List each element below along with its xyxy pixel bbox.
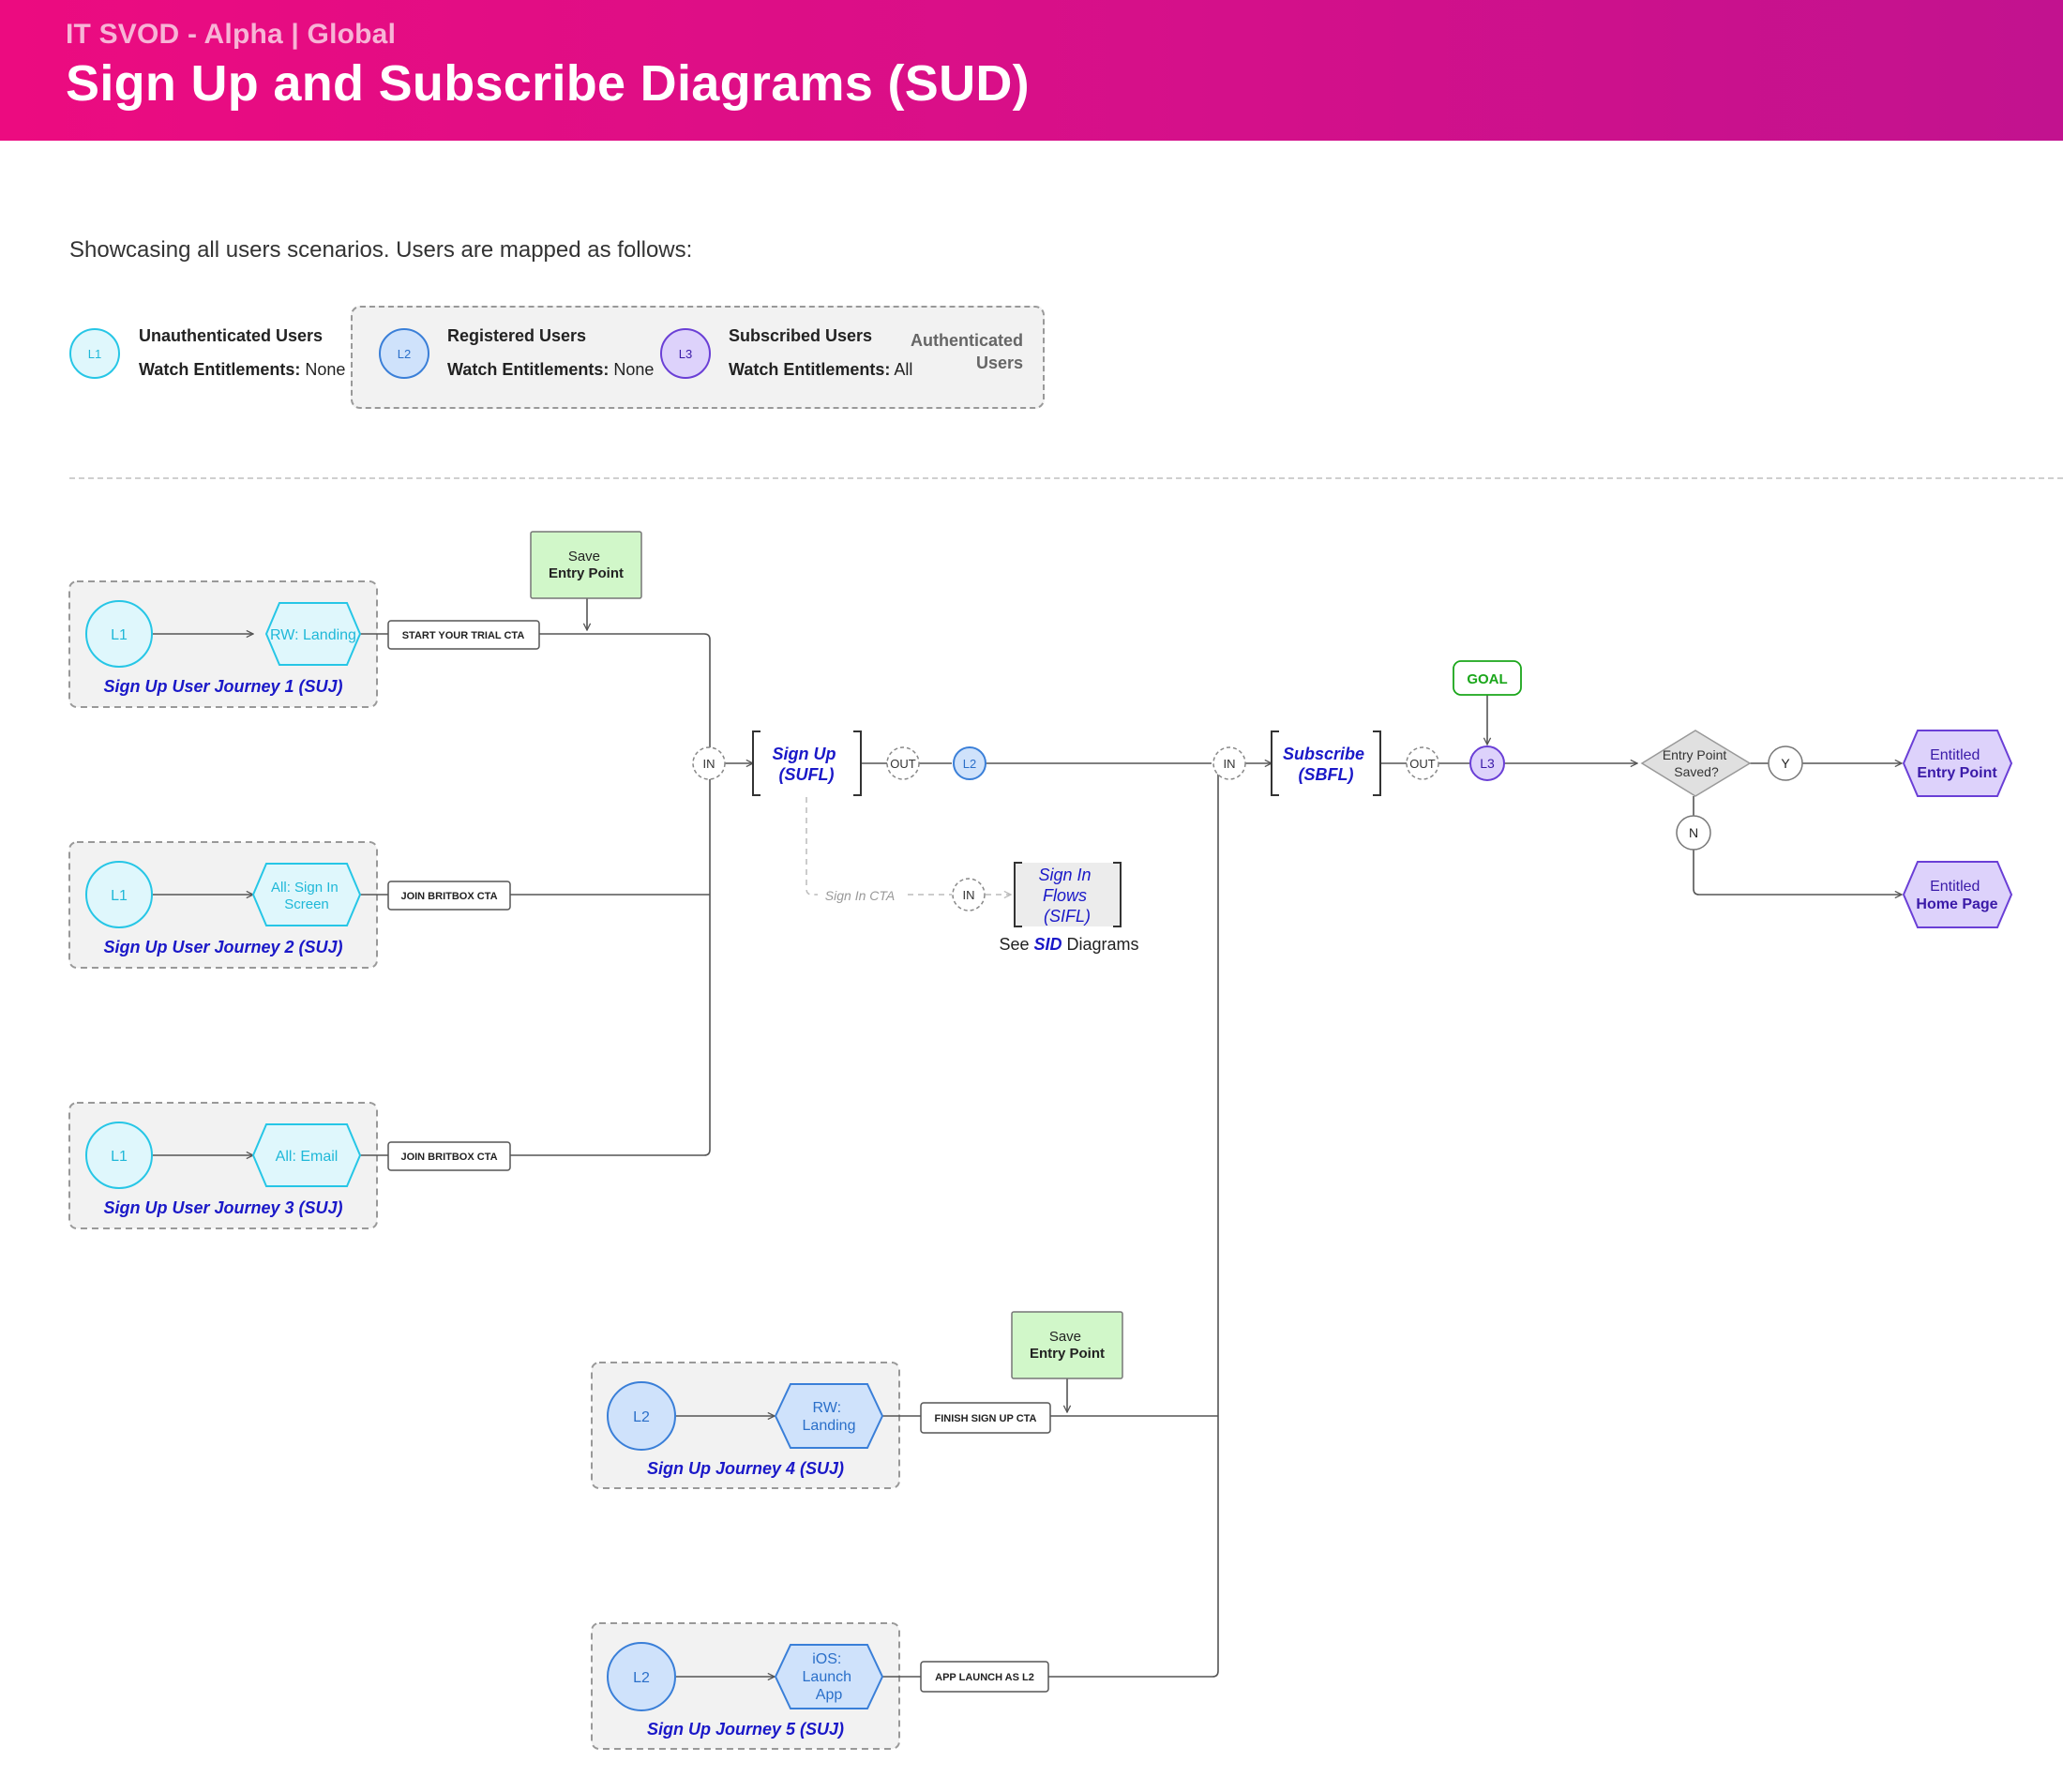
signin-in-text: IN [963,888,975,902]
see-suffix: Diagrams [1062,935,1139,954]
signin-flows-line1: Sign In [1038,866,1091,884]
journey-4-l2-text: L2 [633,1409,650,1425]
journey-3-cta-text: JOIN BRITBOX CTA [400,1152,497,1163]
journey-5-screen-line2: Launch [803,1669,852,1685]
signin-flows-line2: Flows [1043,886,1087,905]
journey-2-screen-line2: Screen [284,896,329,912]
journey-5-cta-text: APP LAUNCH AS L2 [935,1672,1034,1683]
journey-3-l1-text: L1 [111,1149,128,1165]
journey-4-label: Sign Up Journey 4 (SUJ) [647,1459,844,1478]
see-sid-diagrams: See SID Diagrams [999,935,1138,954]
signup-bracket-right [853,730,862,796]
journey-2-label: Sign Up User Journey 2 (SUJ) [103,938,342,956]
journey-3-screen-line1: All: Email [276,1149,339,1165]
journey-1-cta-text: START YOUR TRIAL CTA [402,630,525,641]
subscribe-flow-label: Subscribe (SBFL) [1283,745,1369,784]
journey-3-screen-text: All: Email [276,1149,339,1165]
signup-in-text: IN [703,757,715,771]
signup-flow-line2: (SUFL) [779,765,835,784]
save-entry-1-line2: Entry Point [549,565,624,581]
journey-2-screen-line1: All: Sign In [271,880,339,896]
l2-node-text: L2 [963,757,976,771]
decision-yes-text: Y [1781,756,1790,771]
decision-line1: Entry Point [1663,747,1727,762]
journey-5-label: Sign Up Journey 5 (SUJ) [647,1720,844,1739]
signup-flow-line1: Sign Up [772,745,836,763]
outcome-entitled-home-page [1902,861,2013,928]
sign-in-cta-label: Sign In CTA [825,888,895,903]
signup-out-text: OUT [890,757,916,771]
journey-4-cta-text: FINISH SIGN UP CTA [935,1413,1037,1424]
see-prefix: See [999,935,1033,954]
see-sid: SID [1033,935,1062,954]
journey-5-screen-line1: iOS: [812,1651,841,1667]
outcome-home-line2: Home Page [1916,896,1997,912]
subscribe-bracket-right [1373,730,1381,796]
signup-bracket-left [752,730,760,796]
subscribe-flow-line1: Subscribe [1283,745,1364,763]
flow-diagram: L1 RW: Landing Sign Up User Journey 1 (S… [68,531,2013,1750]
journey-4-screen-line2: Landing [803,1418,856,1434]
outcome-entry-line2: Entry Point [1917,765,1997,781]
journey-3-label: Sign Up User Journey 3 (SUJ) [103,1198,342,1217]
outcome-entry-line1: Entitled [1930,747,1980,763]
subscribe-out-text: OUT [1409,757,1436,771]
save-entry-2-line1: Save [1049,1329,1081,1345]
journey-5-screen-line3: App [816,1687,843,1703]
journey-1-l1-text: L1 [111,627,128,643]
journey-1-screen-line1: RW: Landing [270,627,356,643]
journey-2-l1-text: L1 [111,888,128,904]
sign-in-cta-branch [806,797,1011,895]
goal-text: GOAL [1467,671,1507,687]
subscribe-flow-line2: (SBFL) [1299,765,1354,784]
save-entry-1-line1: Save [568,549,600,565]
journey-1-screen-text: RW: Landing [270,627,356,643]
journey-5-l2-text: L2 [633,1670,650,1686]
signin-flows-label: Sign In Flows (SIFL) [1038,866,1095,926]
subscribe-in-text: IN [1224,757,1236,771]
signin-flows-line3: (SIFL) [1044,907,1091,926]
journey-4-screen-line1: RW: [813,1400,842,1416]
journey-4-screen-hex [774,1383,884,1449]
l3-node-text: L3 [1480,756,1495,771]
journey-1-label: Sign Up User Journey 1 (SUJ) [103,677,342,696]
entry-point-saved-decision [1640,730,1752,797]
decision-line2: Saved? [1674,764,1719,779]
journey-2-cta-text: JOIN BRITBOX CTA [400,891,497,902]
outcome-entitled-entry-point [1902,730,2013,797]
outcome-home-line1: Entitled [1930,879,1980,895]
signup-flow-label: Sign Up (SUFL) [772,745,840,784]
save-entry-2-line2: Entry Point [1030,1346,1105,1362]
subscribe-bracket-left [1271,730,1279,796]
decision-no-text: N [1689,825,1698,840]
connectors [152,598,1902,1677]
